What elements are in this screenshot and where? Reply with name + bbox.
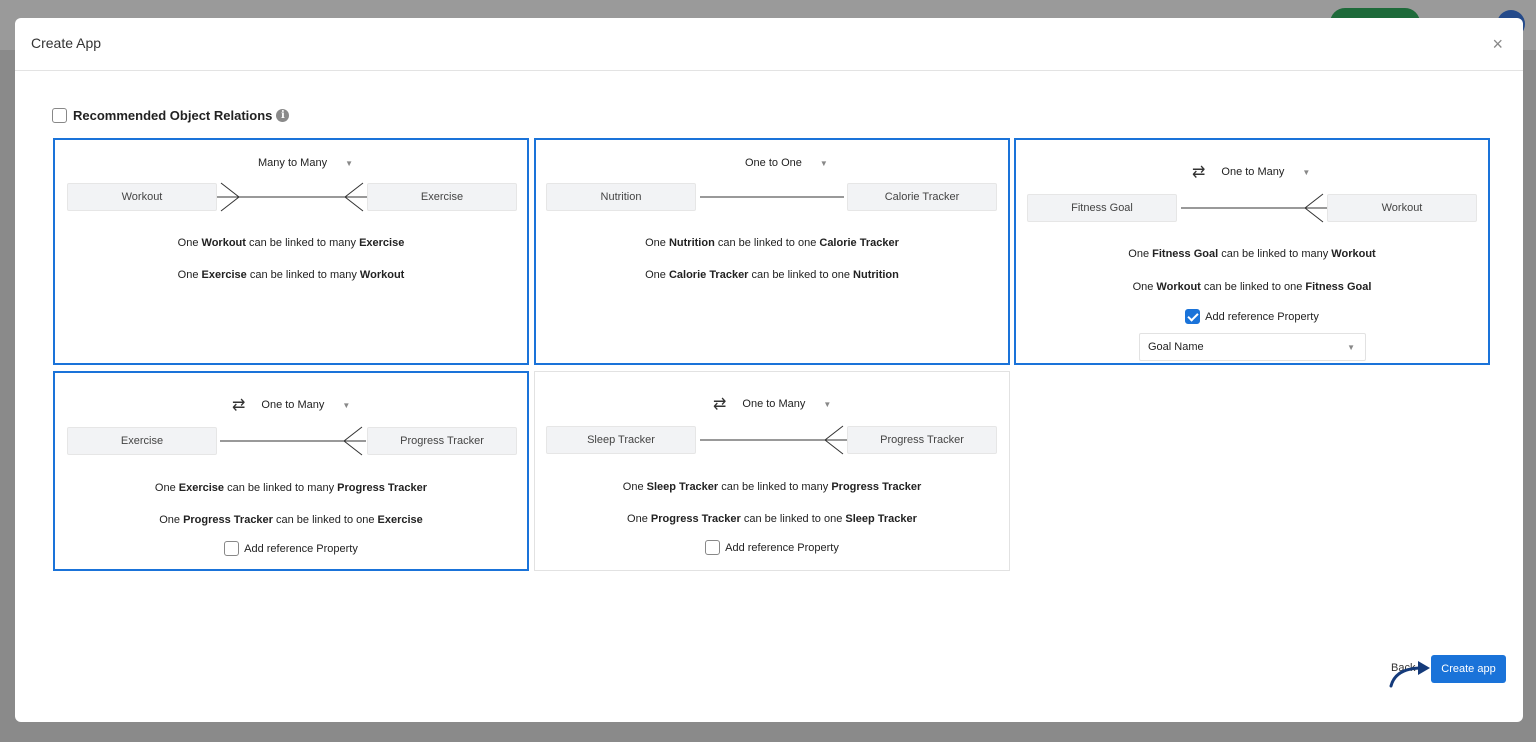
- one-to-one-connector-icon: [700, 196, 844, 198]
- relation-type-select[interactable]: ⇄ One to Many ▼: [232, 395, 350, 415]
- relation-description-1: One Sleep Tracker can be linked to many …: [622, 481, 922, 493]
- relation-card[interactable]: ⇄ One to Many ▼ Exercise Progress Tracke…: [53, 371, 529, 571]
- add-reference-label: Add reference Property: [725, 541, 839, 554]
- chevron-down-icon: ▼: [819, 158, 828, 168]
- right-object: Progress Tracker: [847, 426, 997, 454]
- relation-description-1: One Nutrition can be linked to one Calor…: [645, 237, 899, 249]
- add-reference-checkbox[interactable]: [224, 541, 240, 556]
- relation-description-2: One Progress Tracker can be linked to on…: [627, 513, 917, 525]
- modal-title: Create App: [31, 35, 102, 51]
- add-reference-label: Add reference Property: [244, 542, 358, 555]
- add-reference-checkbox[interactable]: [1185, 309, 1201, 324]
- many-to-many-connector-icon: [217, 182, 367, 212]
- select-all-checkbox[interactable]: [52, 108, 67, 123]
- relation-type-select[interactable]: One to One ▼: [745, 157, 828, 169]
- left-object: Fitness Goal: [1027, 194, 1177, 222]
- create-app-modal: Create App × Recommended Object Relation…: [15, 18, 1523, 722]
- relation-type-label: Many to Many: [258, 157, 328, 169]
- relation-card[interactable]: Many to Many ▼ Workout Exercise One Work…: [53, 138, 529, 365]
- right-object: Workout: [1327, 194, 1477, 222]
- right-object: Calorie Tracker: [847, 183, 997, 211]
- relation-description-1: One Exercise can be linked to many Progr…: [154, 482, 428, 494]
- relation-type-select[interactable]: Many to Many ▼: [258, 157, 353, 169]
- chevron-down-icon: ▼: [342, 400, 351, 410]
- relation-description-2: One Progress Tracker can be linked to on…: [159, 514, 423, 526]
- add-reference-property[interactable]: Add reference Property: [535, 540, 1009, 555]
- add-reference-property[interactable]: Add reference Property: [55, 541, 527, 556]
- reference-property-select[interactable]: Goal Name ▼: [1139, 333, 1366, 361]
- relation-description-2: One Calorie Tracker can be linked to one…: [645, 269, 899, 281]
- relation-card[interactable]: ⇄ One to Many ▼ Fitness Goal Workout One…: [1014, 138, 1490, 365]
- one-to-many-connector-icon: [1181, 193, 1327, 223]
- relation-description-1: One Fitness Goal can be linked to many W…: [1128, 248, 1376, 260]
- arrow-pointer-icon: [1389, 661, 1430, 688]
- relation-type-label: One to Many: [1221, 166, 1285, 178]
- relation-type-label: One to Many: [742, 398, 806, 410]
- relation-type-select[interactable]: ⇄ One to Many ▼: [1192, 162, 1310, 182]
- section-title: Recommended Object Relations: [73, 108, 273, 123]
- relation-type-label: One to Many: [261, 399, 325, 411]
- modal-header: Create App ×: [15, 18, 1523, 71]
- relation-description-2: One Exercise can be linked to many Worko…: [177, 269, 405, 281]
- relation-description-2: One Workout can be linked to one Fitness…: [1132, 281, 1372, 293]
- relation-card[interactable]: ⇄ One to Many ▼ Sleep Tracker Progress T…: [534, 371, 1010, 571]
- section-header: Recommended Object Relations i: [52, 108, 290, 123]
- left-object: Exercise: [67, 427, 217, 455]
- left-object: Sleep Tracker: [546, 426, 696, 454]
- relation-description-1: One Workout can be linked to many Exerci…: [177, 237, 405, 249]
- swap-icon[interactable]: ⇄: [1192, 162, 1205, 182]
- relation-type-label: One to One: [745, 157, 802, 169]
- close-icon[interactable]: ×: [1492, 34, 1503, 54]
- add-reference-property[interactable]: Add reference Property: [1016, 309, 1488, 324]
- right-object: Exercise: [367, 183, 517, 211]
- chevron-down-icon: ▼: [1347, 342, 1355, 352]
- create-app-button[interactable]: Create app: [1431, 655, 1506, 683]
- relation-type-select[interactable]: ⇄ One to Many ▼: [713, 394, 831, 414]
- add-reference-checkbox[interactable]: [705, 540, 721, 555]
- left-object: Workout: [67, 183, 217, 211]
- one-to-many-connector-icon: [220, 426, 366, 456]
- info-icon[interactable]: i: [276, 109, 290, 122]
- relation-card[interactable]: One to One ▼ Nutrition Calorie Tracker O…: [534, 138, 1010, 365]
- swap-icon[interactable]: ⇄: [713, 394, 726, 414]
- reference-property-value: Goal Name: [1148, 341, 1204, 353]
- one-to-many-connector-icon: [700, 425, 847, 455]
- swap-icon[interactable]: ⇄: [232, 395, 245, 415]
- chevron-down-icon: ▼: [345, 158, 354, 168]
- chevron-down-icon: ▼: [823, 399, 832, 409]
- add-reference-label: Add reference Property: [1205, 310, 1319, 323]
- right-object: Progress Tracker: [367, 427, 517, 455]
- chevron-down-icon: ▼: [1302, 167, 1311, 177]
- left-object: Nutrition: [546, 183, 696, 211]
